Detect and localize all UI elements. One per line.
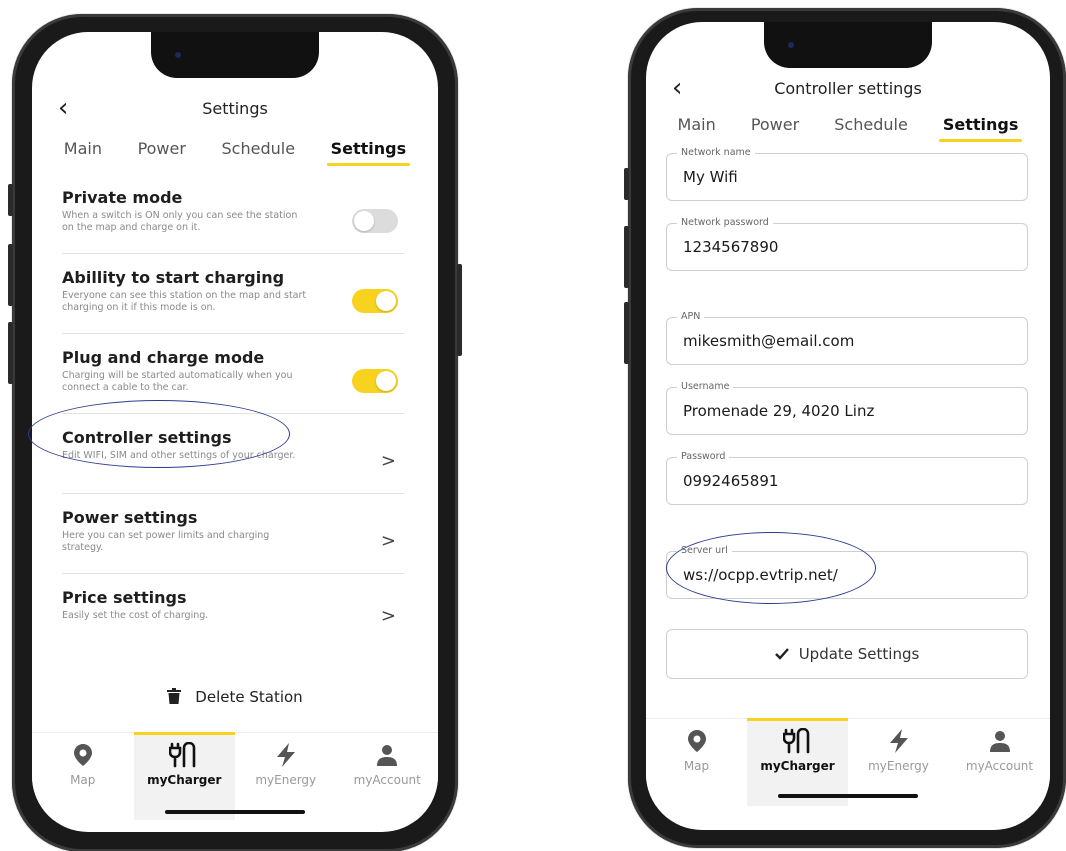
private-mode-row: Private mode When a switch is ON only yo… — [62, 188, 404, 254]
back-chevron-icon[interactable]: ‹ — [672, 75, 682, 101]
plug-icon — [782, 728, 809, 754]
nav-myenergy[interactable]: myEnergy — [235, 733, 337, 820]
field-label: Username — [677, 381, 734, 392]
home-indicator — [165, 810, 305, 814]
network-name-field[interactable]: Network name My Wifi — [666, 147, 1028, 201]
row-title: Plug and charge mode — [62, 348, 265, 367]
start-charging-row: Abillity to start charging Everyone can … — [62, 268, 404, 334]
page-title: Controller settings — [774, 78, 922, 98]
field-label: Network name — [677, 147, 755, 158]
lightning-icon — [889, 729, 908, 753]
row-title: Power settings — [62, 508, 198, 527]
right-phone: ‹ Controller settings Main Power Schedul… — [624, 8, 1066, 848]
nav-myenergy[interactable]: myEnergy — [848, 719, 949, 806]
field-value: 0992465891 — [683, 472, 779, 490]
power-settings-row[interactable]: Power settings Here you can set power li… — [62, 508, 404, 574]
tab-schedule[interactable]: Schedule — [830, 109, 912, 140]
tab-main[interactable]: Main — [60, 133, 106, 164]
row-desc: Easily set the cost of charging. — [62, 610, 209, 621]
update-settings-button[interactable]: Update Settings — [666, 629, 1028, 679]
field-value: mikesmith@email.com — [683, 332, 855, 350]
field-value: 1234567890 — [683, 238, 779, 256]
map-pin-icon — [73, 744, 92, 766]
home-indicator — [778, 794, 918, 798]
tab-power[interactable]: Power — [134, 133, 190, 164]
nav-label: myEnergy — [255, 773, 317, 787]
check-icon — [774, 648, 789, 660]
tab-bar: Main Power Schedule Settings — [646, 106, 1050, 142]
field-value: Promenade 29, 4020 Linz — [683, 402, 875, 420]
row-title: Abillity to start charging — [62, 268, 285, 287]
private-mode-toggle[interactable] — [352, 208, 398, 233]
update-settings-label: Update Settings — [798, 645, 920, 663]
password-field[interactable]: Password 0992465891 — [666, 451, 1028, 505]
nav-label: Map — [70, 773, 96, 787]
trash-icon — [167, 688, 182, 704]
nav-mycharger[interactable]: myCharger — [747, 718, 848, 806]
notch — [151, 32, 319, 78]
back-chevron-icon[interactable]: ‹ — [58, 95, 68, 121]
row-desc: When a switch is ON only you can see the… — [62, 210, 298, 233]
nav-mycharger[interactable]: myCharger — [133, 732, 235, 820]
row-desc: Charging will be started automatically w… — [62, 370, 293, 393]
annotation-ellipse — [28, 400, 290, 468]
apn-field[interactable]: APN mikesmith@email.com — [666, 311, 1028, 365]
row-desc: Here you can set power limits and chargi… — [62, 530, 270, 553]
nav-label: Map — [683, 759, 710, 773]
stage: ‹ Settings Main Power Schedule Settings … — [0, 0, 1066, 851]
bottom-nav: Map myCharger myEnergy myAccount — [32, 732, 438, 820]
tab-power[interactable]: Power — [747, 109, 803, 140]
plug-and-charge-toggle[interactable] — [352, 368, 398, 393]
page-title: Settings — [202, 98, 268, 118]
lightning-icon — [276, 743, 295, 767]
notch — [764, 22, 932, 68]
nav-myaccount[interactable]: myAccount — [337, 733, 439, 820]
user-icon — [377, 745, 398, 766]
user-icon — [989, 731, 1010, 752]
nav-label: myCharger — [147, 773, 222, 787]
tab-main[interactable]: Main — [674, 109, 720, 140]
field-label: Password — [677, 451, 730, 462]
field-label: APN — [677, 311, 705, 322]
delete-station-label: Delete Station — [195, 688, 303, 706]
plug-icon — [169, 742, 196, 768]
delete-station-button[interactable]: Delete Station — [32, 688, 438, 706]
tab-settings[interactable]: Settings — [326, 133, 411, 166]
top-bar: ‹ Controller settings — [646, 68, 1050, 108]
chevron-right-icon[interactable]: > — [381, 530, 396, 551]
username-field[interactable]: Username Promenade 29, 4020 Linz — [666, 381, 1028, 435]
map-pin-icon — [687, 730, 706, 752]
nav-myaccount[interactable]: myAccount — [949, 719, 1050, 806]
tab-settings[interactable]: Settings — [938, 109, 1023, 142]
right-screen: ‹ Controller settings Main Power Schedul… — [646, 22, 1050, 830]
bottom-nav: Map myCharger myEnergy myAccount — [646, 718, 1050, 806]
row-title: Private mode — [62, 188, 183, 207]
chevron-right-icon[interactable]: > — [381, 450, 396, 471]
nav-label: myAccount — [965, 759, 1034, 773]
price-settings-row[interactable]: Price settings Easily set the cost of ch… — [62, 588, 404, 644]
start-charging-toggle[interactable] — [352, 288, 398, 313]
row-desc: Everyone can see this station on the map… — [62, 290, 307, 313]
tab-schedule[interactable]: Schedule — [218, 133, 300, 164]
field-value: My Wifi — [683, 168, 738, 186]
network-password-field[interactable]: Network password 1234567890 — [666, 217, 1028, 271]
nav-label: myEnergy — [868, 759, 929, 773]
chevron-right-icon[interactable]: > — [381, 606, 396, 627]
nav-map[interactable]: Map — [646, 719, 747, 806]
nav-map[interactable]: Map — [32, 733, 134, 820]
nav-label: myCharger — [760, 759, 835, 773]
nav-label: myAccount — [353, 773, 421, 787]
annotation-ellipse — [666, 532, 876, 604]
field-label: Network password — [677, 217, 773, 228]
row-title: Price settings — [62, 588, 187, 607]
top-bar: ‹ Settings — [32, 88, 438, 128]
tab-bar: Main Power Schedule Settings — [32, 130, 438, 166]
